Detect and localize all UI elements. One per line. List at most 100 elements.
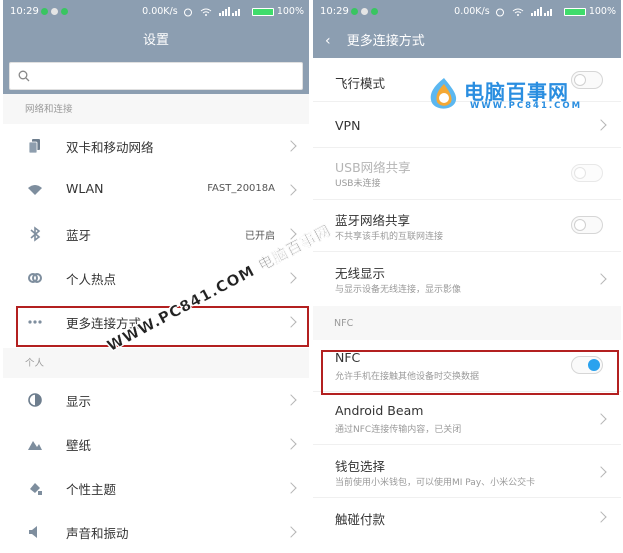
item-subtitle: USB未连接 — [335, 179, 381, 189]
brand-logo-icon — [430, 78, 457, 109]
setting-vpn[interactable]: VPN — [313, 102, 621, 148]
item-value: FAST_20018A — [207, 183, 275, 194]
setting-android-beam[interactable]: Android Beam 通过NFC连接传输内容，已关闭 — [313, 392, 621, 445]
status-bar: 10:29 0.00K/s 100% — [3, 0, 309, 24]
chevron-right-icon — [597, 412, 605, 426]
setting-airplane-mode[interactable]: 飞行模式 — [313, 58, 621, 102]
wallpaper-icon — [28, 441, 42, 450]
theme-icon — [30, 483, 42, 495]
sim-cards-icon — [28, 139, 40, 154]
battery-icon — [251, 7, 274, 16]
search-input[interactable] — [9, 62, 303, 90]
wifi-status-icon — [200, 8, 212, 16]
chevron-right-icon — [287, 393, 295, 407]
airplane-toggle[interactable] — [571, 71, 603, 89]
sound-icon — [29, 526, 37, 538]
status-bar: 10:29 0.00K/s 100% — [313, 0, 621, 24]
title-bar: ‹ 更多连接方式 — [313, 24, 621, 58]
item-label: 个性主题 — [66, 482, 117, 497]
more-connections-screen: 10:29 0.00K/s 100% ‹ 更多连接方式 飞行模式 VPN USB… — [313, 0, 621, 553]
status-right: 0.00K/s 100% — [454, 6, 616, 17]
chevron-right-icon — [287, 139, 295, 153]
page-title: 设置 — [142, 33, 169, 48]
chevron-right-icon — [287, 525, 295, 539]
status-time: 10:29 — [10, 6, 39, 17]
status-time: 10:29 — [320, 6, 349, 17]
settings-item-more-connections[interactable]: 更多连接方式 — [3, 300, 309, 344]
item-subtitle: 当前使用小米钱包，可以使用MI Pay、小米公交卡 — [335, 478, 536, 488]
network-speed: 0.00K/s — [454, 6, 490, 17]
item-label: Android Beam — [335, 403, 424, 418]
item-label: 触碰付款 — [335, 512, 386, 527]
item-label: USB网络共享 — [335, 160, 411, 175]
search-icon — [18, 70, 30, 82]
settings-item-sound[interactable]: 声音和振动 — [3, 510, 309, 553]
settings-item-dual-sim[interactable]: 双卡和移动网络 — [3, 124, 309, 168]
setting-bluetooth-tethering[interactable]: 蓝牙网络共享 不共享该手机的互联网连接 — [313, 200, 621, 252]
chevron-right-icon — [287, 315, 295, 329]
settings-item-display[interactable]: 显示 — [3, 378, 309, 422]
item-value: 已开启 — [245, 231, 275, 242]
network-speed: 0.00K/s — [142, 6, 178, 17]
item-label: WLAN — [66, 181, 104, 196]
notification-icons — [351, 7, 381, 18]
item-label: 声音和振动 — [66, 526, 129, 541]
settings-item-wallpaper[interactable]: 壁纸 — [3, 422, 309, 466]
wifi-status-icon — [512, 8, 524, 16]
settings-item-theme[interactable]: 个性主题 — [3, 466, 309, 510]
item-label: 显示 — [66, 394, 92, 409]
signal-icon — [218, 7, 240, 16]
nfc-toggle[interactable] — [571, 356, 603, 374]
settings-screen: 10:29 0.00K/s 100% 设置 网络和连接 双卡和移动网络 WLAN… — [3, 0, 309, 553]
setting-nfc[interactable]: NFC 允许手机在接触其他设备时交换数据 — [313, 340, 621, 392]
item-label: 蓝牙网络共享 — [335, 213, 411, 228]
section-personal: 个人 — [3, 348, 309, 378]
item-subtitle: 通过NFC连接传输内容，已关闭 — [335, 425, 462, 435]
item-label: 双卡和移动网络 — [66, 140, 154, 155]
title-bar: 设置 — [3, 24, 309, 58]
setting-tap-to-pay[interactable]: 触碰付款 — [313, 498, 621, 548]
bluetooth-tethering-toggle[interactable] — [571, 216, 603, 234]
item-subtitle: 不共享该手机的互联网连接 — [335, 232, 444, 242]
item-label: 蓝牙 — [66, 228, 92, 243]
more-dots-icon — [28, 320, 42, 324]
item-subtitle: 允许手机在接触其他设备时交换数据 — [335, 372, 480, 382]
battery-level: 100% — [588, 6, 616, 17]
alarm-icon — [495, 8, 504, 16]
battery-icon — [563, 7, 586, 16]
setting-wireless-display[interactable]: 无线显示 与显示设备无线连接，显示影像 — [313, 252, 621, 306]
alarm-icon — [183, 8, 192, 16]
item-label: 无线显示 — [335, 266, 386, 281]
section-nfc: NFC — [313, 306, 621, 340]
item-label: 更多连接方式 — [66, 316, 142, 331]
bluetooth-icon — [30, 226, 41, 242]
search-area — [3, 58, 309, 94]
chevron-right-icon — [597, 465, 605, 479]
settings-item-wlan[interactable]: WLAN FAST_20018A — [3, 168, 309, 212]
settings-item-bluetooth[interactable]: 蓝牙 已开启 — [3, 212, 309, 256]
wifi-icon — [28, 185, 42, 195]
page-title: 更多连接方式 — [346, 34, 425, 49]
item-label: VPN — [335, 118, 361, 133]
chevron-right-icon — [287, 437, 295, 451]
setting-wallet-select[interactable]: 钱包选择 当前使用小米钱包，可以使用MI Pay、小米公交卡 — [313, 445, 621, 498]
section-network: 网络和连接 — [3, 94, 309, 124]
chevron-right-icon — [287, 183, 295, 197]
signal-icon — [530, 7, 552, 16]
usb-tethering-toggle — [571, 164, 603, 182]
item-label: 钱包选择 — [335, 459, 386, 474]
chevron-right-icon — [597, 118, 605, 132]
chevron-right-icon — [287, 271, 295, 285]
item-label: 壁纸 — [66, 438, 92, 453]
display-icon — [28, 393, 42, 407]
settings-item-hotspot[interactable]: 个人热点 — [3, 256, 309, 300]
back-arrow-icon[interactable]: ‹ — [325, 24, 331, 58]
item-subtitle: 与显示设备无线连接，显示影像 — [335, 285, 462, 295]
chevron-right-icon — [597, 272, 605, 286]
chevron-right-icon — [597, 510, 605, 524]
notification-icons — [41, 7, 71, 18]
battery-level: 100% — [276, 6, 304, 17]
item-label: 个人热点 — [66, 272, 117, 287]
chevron-right-icon — [287, 227, 295, 241]
hotspot-icon — [28, 273, 42, 283]
